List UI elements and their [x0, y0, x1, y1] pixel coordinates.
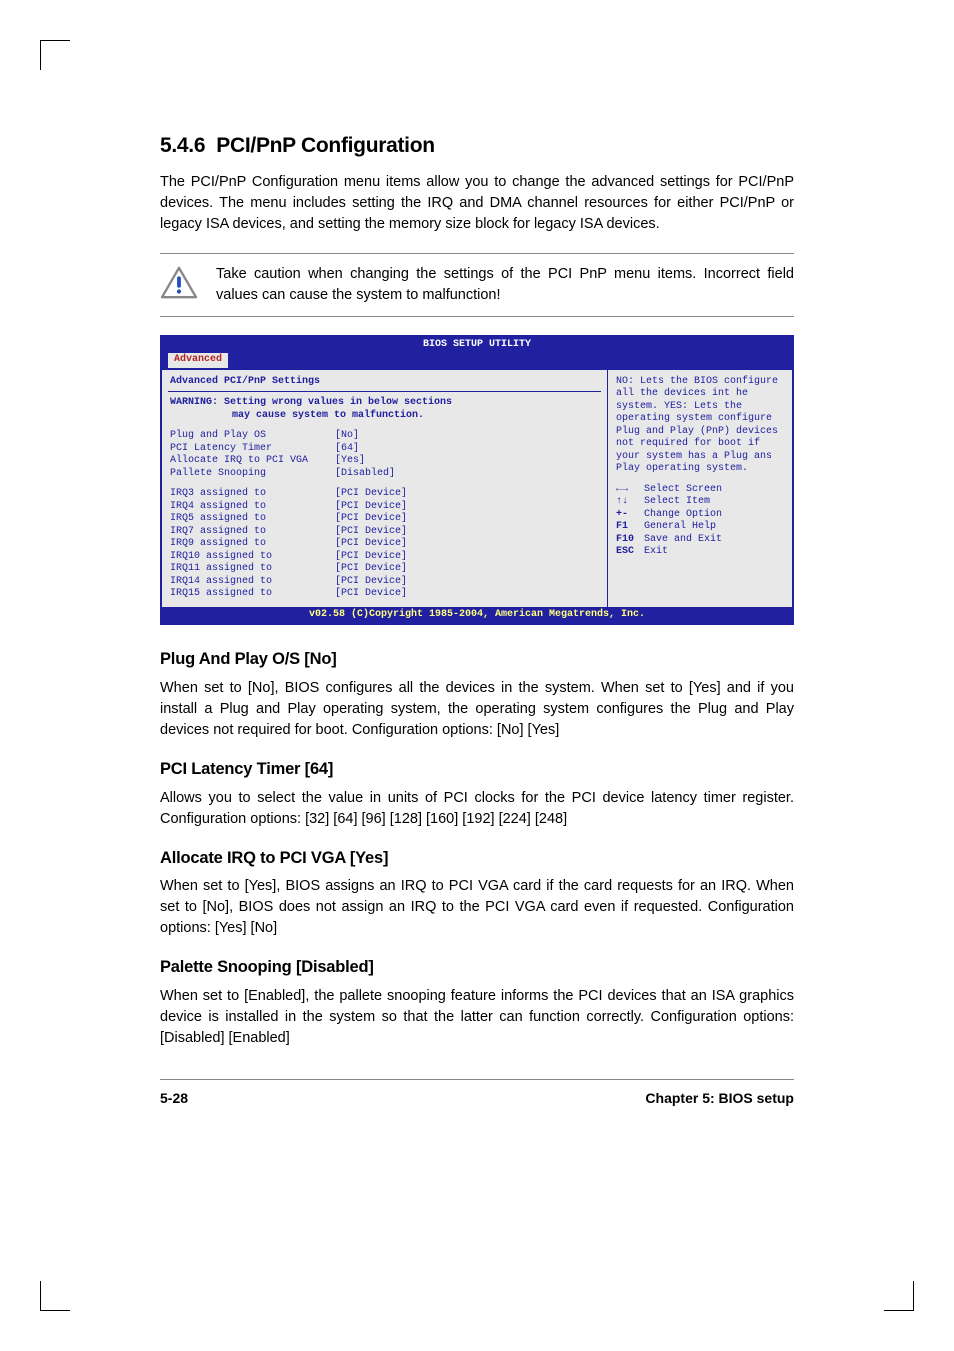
bios-footer: v02.58 (C)Copyright 1985-2004, American …: [162, 607, 792, 624]
bios-setting-row: IRQ14 assigned to[PCI Device]: [170, 576, 599, 589]
bios-nav-keys: ←→Select Screen ↑↓Select Item +-Change O…: [616, 484, 784, 559]
subsection-heading: Plug And Play O/S [No]: [160, 647, 794, 672]
bios-tab-advanced: Advanced: [168, 353, 228, 368]
bios-nav-row: +-Change Option: [616, 509, 784, 522]
bios-setting-row: IRQ7 assigned to[PCI Device]: [170, 526, 599, 539]
subsection-text: When set to [No], BIOS configures all th…: [160, 678, 794, 741]
bios-setting-row: PCI Latency Timer[64]: [170, 443, 599, 456]
bios-setting-label: IRQ7 assigned to: [170, 526, 335, 539]
bios-setting-row: Plug and Play OS[No]: [170, 430, 599, 443]
bios-nav-label: Exit: [644, 546, 668, 559]
bios-main-panel: Advanced PCI/PnP Settings WARNING: Setti…: [162, 370, 607, 607]
bios-setting-label: IRQ11 assigned to: [170, 563, 335, 576]
subsection-heading: Allocate IRQ to PCI VGA [Yes]: [160, 846, 794, 871]
page-content: 5.4.6 PCI/PnP Configuration The PCI/PnP …: [100, 50, 854, 1149]
bios-setting-label: IRQ9 assigned to: [170, 538, 335, 551]
bios-nav-key: ←→: [616, 484, 644, 497]
subsection-text: When set to [Enabled], the pallete snoop…: [160, 986, 794, 1049]
bios-setting-row: Pallete Snooping[Disabled]: [170, 468, 599, 481]
intro-paragraph: The PCI/PnP Configuration menu items all…: [160, 172, 794, 235]
bios-setting-row: IRQ15 assigned to[PCI Device]: [170, 588, 599, 601]
caution-icon: [160, 266, 198, 300]
subsection-text: Allows you to select the value in units …: [160, 788, 794, 830]
bios-setting-label: IRQ10 assigned to: [170, 551, 335, 564]
crop-mark: [40, 1281, 70, 1311]
bios-setting-row: IRQ4 assigned to[PCI Device]: [170, 501, 599, 514]
bios-nav-key: +-: [616, 509, 644, 522]
bios-warning-line2: may cause system to malfunction.: [170, 410, 599, 423]
subsection-text: When set to [Yes], BIOS assigns an IRQ t…: [160, 876, 794, 939]
page-number: 5-28: [160, 1088, 188, 1109]
bios-nav-row: ←→Select Screen: [616, 484, 784, 497]
bios-setting-row: IRQ3 assigned to[PCI Device]: [170, 488, 599, 501]
bios-nav-row: F10Save and Exit: [616, 534, 784, 547]
bios-nav-key: ESC: [616, 546, 644, 559]
bios-main-title: Advanced PCI/PnP Settings: [170, 376, 599, 389]
bios-setting-value: [PCI Device]: [335, 488, 407, 501]
bios-setting-value: [PCI Device]: [335, 551, 407, 564]
bios-settings-group1: Plug and Play OS[No] PCI Latency Timer[6…: [170, 430, 599, 480]
bios-setting-label: IRQ15 assigned to: [170, 588, 335, 601]
bios-setting-row: Allocate IRQ to PCI VGA[Yes]: [170, 455, 599, 468]
bios-setting-value: [PCI Device]: [335, 588, 407, 601]
bios-setting-value: [PCI Device]: [335, 538, 407, 551]
bios-body: Advanced PCI/PnP Settings WARNING: Setti…: [162, 370, 792, 607]
bios-setting-label: IRQ4 assigned to: [170, 501, 335, 514]
bios-warning-line1: WARNING: Setting wrong values in below s…: [170, 397, 599, 410]
bios-warning: WARNING: Setting wrong values in below s…: [170, 397, 599, 422]
bios-nav-key: F10: [616, 534, 644, 547]
subsection-heading: Palette Snooping [Disabled]: [160, 955, 794, 980]
bios-setting-row: IRQ10 assigned to[PCI Device]: [170, 551, 599, 564]
bios-screenshot: BIOS SETUP UTILITY Advanced Advanced PCI…: [160, 335, 794, 626]
section-title-text: PCI/PnP Configuration: [216, 134, 434, 157]
caution-text: Take caution when changing the settings …: [216, 264, 794, 306]
section-number: 5.4.6: [160, 134, 205, 157]
subsection-heading: PCI Latency Timer [64]: [160, 757, 794, 782]
bios-setting-label: IRQ14 assigned to: [170, 576, 335, 589]
bios-setting-label: Allocate IRQ to PCI VGA: [170, 455, 335, 468]
bios-setting-label: Pallete Snooping: [170, 468, 335, 481]
bios-setting-value: [Yes]: [335, 455, 365, 468]
bios-tab-row: Advanced: [162, 353, 792, 370]
bios-setting-value: [PCI Device]: [335, 526, 407, 539]
bios-nav-label: Select Screen: [644, 484, 722, 497]
bios-setting-row: IRQ5 assigned to[PCI Device]: [170, 513, 599, 526]
crop-mark: [884, 1281, 914, 1311]
bios-help-panel: NO: Lets the BIOS configure all the devi…: [607, 370, 792, 607]
chapter-label: Chapter 5: BIOS setup: [645, 1088, 794, 1109]
bios-nav-label: General Help: [644, 521, 716, 534]
bios-nav-row: F1General Help: [616, 521, 784, 534]
caution-callout: Take caution when changing the settings …: [160, 253, 794, 317]
bios-nav-label: Save and Exit: [644, 534, 722, 547]
bios-setting-value: [PCI Device]: [335, 501, 407, 514]
bios-help-text: NO: Lets the BIOS configure all the devi…: [616, 376, 784, 476]
bios-settings-group2: IRQ3 assigned to[PCI Device] IRQ4 assign…: [170, 488, 599, 601]
bios-setting-value: [64]: [335, 443, 359, 456]
bios-header: BIOS SETUP UTILITY: [162, 337, 792, 354]
section-heading: 5.4.6 PCI/PnP Configuration: [160, 130, 794, 162]
bios-setting-label: Plug and Play OS: [170, 430, 335, 443]
bios-nav-key: F1: [616, 521, 644, 534]
page-footer: 5-28 Chapter 5: BIOS setup: [160, 1079, 794, 1109]
bios-nav-row: ↑↓Select Item: [616, 496, 784, 509]
bios-setting-label: IRQ3 assigned to: [170, 488, 335, 501]
bios-divider: [168, 391, 601, 392]
bios-nav-row: ESCExit: [616, 546, 784, 559]
bios-setting-label: IRQ5 assigned to: [170, 513, 335, 526]
bios-setting-value: [PCI Device]: [335, 563, 407, 576]
bios-setting-value: [Disabled]: [335, 468, 395, 481]
bios-setting-value: [No]: [335, 430, 359, 443]
bios-nav-label: Change Option: [644, 509, 722, 522]
bios-setting-value: [PCI Device]: [335, 576, 407, 589]
bios-setting-value: [PCI Device]: [335, 513, 407, 526]
crop-mark: [40, 40, 70, 70]
bios-nav-label: Select Item: [644, 496, 710, 509]
bios-setting-row: IRQ9 assigned to[PCI Device]: [170, 538, 599, 551]
bios-setting-label: PCI Latency Timer: [170, 443, 335, 456]
bios-nav-key: ↑↓: [616, 496, 644, 509]
bios-setting-row: IRQ11 assigned to[PCI Device]: [170, 563, 599, 576]
